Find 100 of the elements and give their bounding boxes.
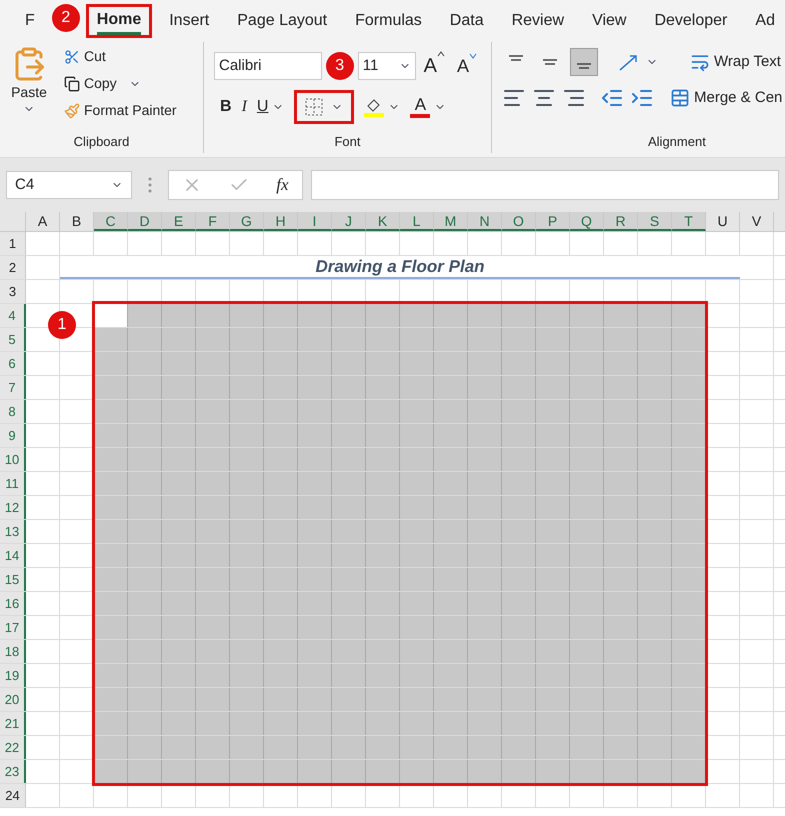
format-painter-button[interactable]: Format Painter	[64, 100, 177, 121]
selected-cell[interactable]	[128, 424, 162, 447]
selected-cell[interactable]	[162, 688, 196, 711]
selected-cell[interactable]	[196, 400, 230, 423]
row-header[interactable]: 8	[0, 400, 26, 423]
selected-cell[interactable]	[162, 400, 196, 423]
selected-cell[interactable]	[536, 688, 570, 711]
selected-cell[interactable]	[196, 640, 230, 663]
selected-cell[interactable]	[196, 568, 230, 591]
selected-cell[interactable]	[570, 568, 604, 591]
row-header[interactable]: 18	[0, 640, 26, 663]
selected-cell[interactable]	[298, 688, 332, 711]
selected-cell[interactable]	[196, 736, 230, 759]
selected-cell[interactable]	[400, 592, 434, 615]
selected-cell[interactable]	[94, 592, 128, 615]
cut-button[interactable]: Cut	[64, 46, 177, 67]
selected-cell[interactable]	[264, 352, 298, 375]
selected-cell[interactable]	[468, 736, 502, 759]
ribbon-tab[interactable]: F	[14, 4, 46, 38]
selected-cell[interactable]	[638, 592, 672, 615]
selected-cell[interactable]	[230, 712, 264, 735]
selected-cell[interactable]	[298, 352, 332, 375]
selected-cell[interactable]	[638, 304, 672, 327]
selected-cell[interactable]	[502, 712, 536, 735]
paste-button[interactable]: Paste	[0, 46, 58, 132]
selected-cell[interactable]	[604, 736, 638, 759]
selected-cell[interactable]	[94, 544, 128, 567]
selected-cell[interactable]	[570, 376, 604, 399]
selected-cell[interactable]	[672, 760, 706, 783]
selected-cell[interactable]	[366, 496, 400, 519]
selected-cell[interactable]	[638, 496, 672, 519]
selected-cell[interactable]	[128, 664, 162, 687]
selected-cell[interactable]	[366, 640, 400, 663]
selected-cell[interactable]	[332, 760, 366, 783]
selected-cell[interactable]	[264, 304, 298, 327]
selected-cell[interactable]	[298, 496, 332, 519]
insert-function-button[interactable]: fx	[276, 172, 289, 198]
selected-cell[interactable]	[434, 352, 468, 375]
selected-cell[interactable]	[94, 328, 128, 351]
selected-cell[interactable]	[468, 712, 502, 735]
selected-cell[interactable]	[94, 760, 128, 783]
selected-cell[interactable]	[332, 352, 366, 375]
selected-cell[interactable]	[400, 328, 434, 351]
selected-cell[interactable]	[366, 304, 400, 327]
selected-cell[interactable]	[570, 592, 604, 615]
selected-cell[interactable]	[604, 448, 638, 471]
selected-cell[interactable]	[230, 496, 264, 519]
selected-cell[interactable]	[536, 520, 570, 543]
selected-cell[interactable]	[298, 568, 332, 591]
selected-cell[interactable]	[468, 304, 502, 327]
selected-cell[interactable]	[468, 328, 502, 351]
selected-cell[interactable]	[468, 496, 502, 519]
selected-cell[interactable]	[400, 712, 434, 735]
selected-cell[interactable]	[196, 448, 230, 471]
ribbon-tab[interactable]: Page Layout	[226, 4, 338, 38]
selected-cell[interactable]	[502, 304, 536, 327]
selected-cell[interactable]	[672, 496, 706, 519]
drag-handle-icon[interactable]	[148, 177, 152, 193]
row-header[interactable]: 6	[0, 352, 26, 375]
selected-cell[interactable]	[502, 376, 536, 399]
selected-cell[interactable]	[94, 472, 128, 495]
selected-cell[interactable]	[468, 640, 502, 663]
selected-cell[interactable]	[536, 568, 570, 591]
ribbon-tab[interactable]: Review	[500, 4, 576, 38]
selected-cell[interactable]	[672, 616, 706, 639]
selected-cell[interactable]	[196, 712, 230, 735]
selected-cell[interactable]	[298, 640, 332, 663]
selected-cell[interactable]	[502, 544, 536, 567]
selected-cell[interactable]	[536, 760, 570, 783]
selected-cell[interactable]	[502, 760, 536, 783]
selected-cell[interactable]	[128, 328, 162, 351]
selected-cell[interactable]	[162, 472, 196, 495]
selected-cell[interactable]	[264, 328, 298, 351]
selected-cell[interactable]	[502, 472, 536, 495]
row-header[interactable]: 1	[0, 232, 26, 255]
selected-cell[interactable]	[366, 712, 400, 735]
selected-cell[interactable]	[366, 448, 400, 471]
selected-cell[interactable]	[604, 640, 638, 663]
selected-cell[interactable]	[366, 616, 400, 639]
selected-cell[interactable]	[196, 760, 230, 783]
selected-cell[interactable]	[434, 496, 468, 519]
selected-cell[interactable]	[332, 592, 366, 615]
selected-cell[interactable]	[604, 376, 638, 399]
selected-cell[interactable]	[468, 616, 502, 639]
selected-cell[interactable]	[638, 352, 672, 375]
selected-cell[interactable]	[128, 592, 162, 615]
selected-cell[interactable]	[570, 472, 604, 495]
selected-cell[interactable]	[128, 568, 162, 591]
selected-cell[interactable]	[366, 544, 400, 567]
selected-cell[interactable]	[468, 568, 502, 591]
selected-cell[interactable]	[604, 496, 638, 519]
selected-cell[interactable]	[162, 760, 196, 783]
selected-cell[interactable]	[604, 544, 638, 567]
selected-cell[interactable]	[468, 688, 502, 711]
selected-cell[interactable]	[366, 760, 400, 783]
selected-cell[interactable]	[332, 544, 366, 567]
selected-cell[interactable]	[332, 304, 366, 327]
selected-cell[interactable]	[298, 448, 332, 471]
selected-cell[interactable]	[128, 376, 162, 399]
selected-cell[interactable]	[570, 760, 604, 783]
